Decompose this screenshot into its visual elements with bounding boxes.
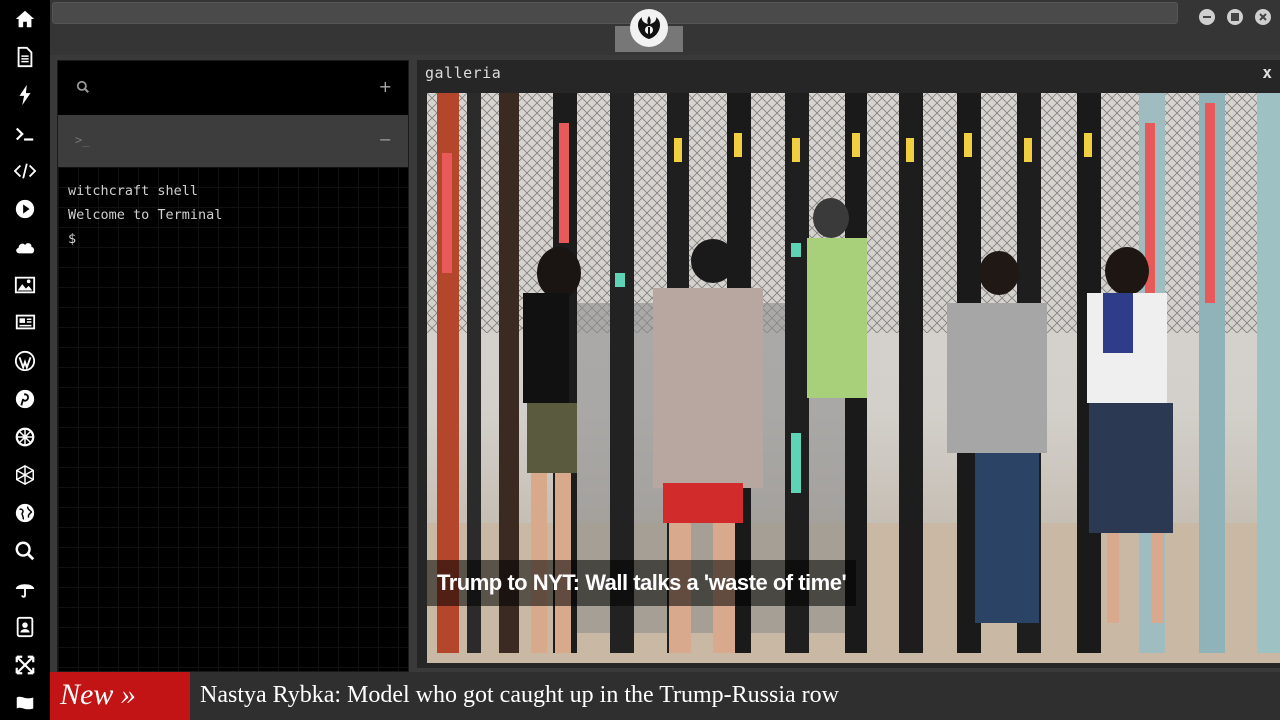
address-bar[interactable] xyxy=(52,2,1178,24)
home-icon[interactable] xyxy=(11,5,39,33)
umbrella-icon[interactable] xyxy=(11,575,39,603)
wordpress-icon[interactable] xyxy=(11,347,39,375)
expand-icon[interactable] xyxy=(11,651,39,679)
cloud-icon[interactable] xyxy=(11,233,39,261)
rebel-alliance-logo-icon[interactable] xyxy=(630,9,668,47)
gallery-caption[interactable]: Trump to NYT: Wall talks a 'waste of tim… xyxy=(427,560,857,606)
collapse-terminal-button[interactable]: − xyxy=(379,130,392,149)
terminal-prompt[interactable]: $ xyxy=(68,227,398,251)
new-badge: New » xyxy=(50,672,190,720)
search-icon[interactable] xyxy=(76,80,90,99)
news-ticker: New » Nastya Rybka: Model who got caught… xyxy=(50,672,1280,720)
contacts-icon[interactable] xyxy=(11,613,39,641)
terminal-prompt-icon: >_ xyxy=(75,133,90,147)
sidebar xyxy=(0,0,50,720)
terminal-search-bar[interactable]: + xyxy=(58,61,408,113)
image-icon[interactable] xyxy=(11,271,39,299)
terminal-line: Welcome to Terminal xyxy=(68,207,223,223)
document-icon[interactable] xyxy=(11,43,39,71)
code-icon[interactable] xyxy=(11,157,39,185)
close-gallery-button[interactable]: x xyxy=(1262,63,1272,82)
settings-wheel-icon[interactable] xyxy=(11,423,39,451)
gallery-panel: galleria x Trump to NYT: Wall talks a 'w… xyxy=(417,60,1280,668)
network-icon[interactable] xyxy=(11,461,39,489)
search-icon[interactable] xyxy=(11,537,39,565)
terminal-output[interactable]: witchcraft shell Welcome to Terminal $ xyxy=(58,167,408,671)
minimize-button[interactable] xyxy=(1199,9,1215,25)
flag-icon[interactable] xyxy=(11,689,39,717)
terminal-icon[interactable] xyxy=(11,120,39,148)
terminal-tab[interactable]: >_ − xyxy=(58,115,408,167)
gallery-title: galleria xyxy=(425,64,502,82)
add-terminal-button[interactable]: + xyxy=(379,77,392,96)
ticker-headline[interactable]: Nastya Rybka: Model who got caught up in… xyxy=(200,672,839,720)
play-icon[interactable] xyxy=(11,195,39,223)
pinterest-icon[interactable] xyxy=(11,385,39,413)
terminal-panel: + >_ − witchcraft shell Welcome to Termi… xyxy=(57,60,409,672)
close-window-button[interactable] xyxy=(1255,9,1271,25)
bolt-icon[interactable] xyxy=(11,81,39,109)
newspaper-icon[interactable] xyxy=(11,308,39,336)
globe-icon[interactable] xyxy=(11,499,39,527)
terminal-line: witchcraft shell xyxy=(68,183,199,199)
maximize-button[interactable] xyxy=(1227,9,1243,25)
top-bar xyxy=(50,0,1280,55)
